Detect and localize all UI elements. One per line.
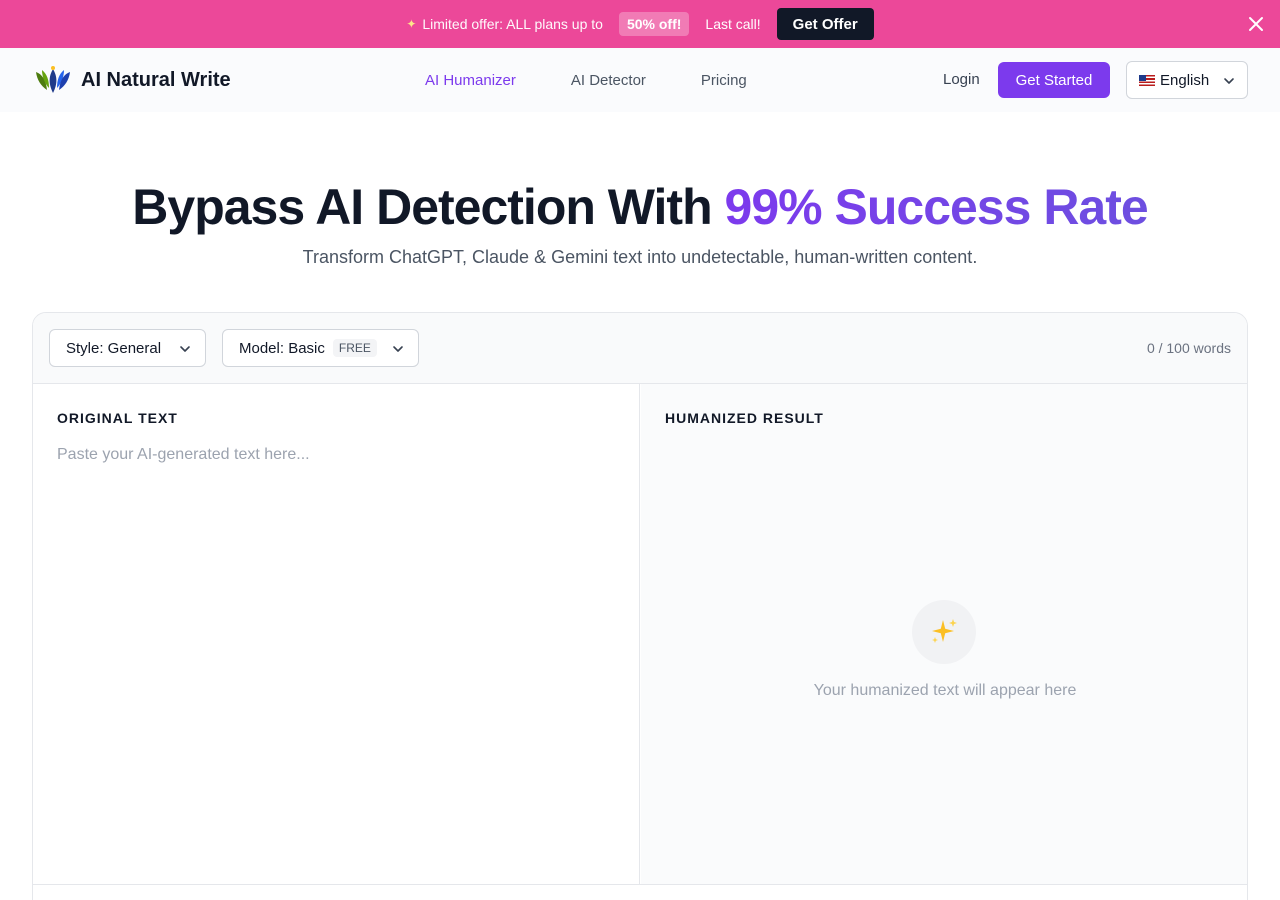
free-badge: FREE	[332, 339, 377, 357]
style-dropdown[interactable]: Style: General	[49, 329, 206, 367]
humanized-result-label: HUMANIZED RESULT	[665, 410, 824, 426]
logo-icon	[36, 66, 70, 93]
card-footer-divider	[33, 884, 1247, 885]
humanized-result-pane: HUMANIZED RESULT Your humanized text wil…	[641, 384, 1247, 884]
page-subtitle: Transform ChatGPT, Claude & Gemini text …	[302, 247, 978, 267]
style-dropdown-label: Style: General	[66, 339, 162, 357]
sparkles-icon	[912, 600, 976, 664]
chevron-down-icon	[393, 346, 403, 352]
model-dropdown-label: Model: Basic	[239, 339, 325, 357]
title-accent: 99% Success Rate	[724, 179, 1149, 235]
login-link[interactable]: Login	[943, 71, 980, 88]
nav-item-ai-detector[interactable]: AI Detector	[571, 72, 646, 89]
promo-last-call: Last call!	[705, 16, 761, 32]
us-flag-icon	[1139, 74, 1155, 86]
site-header: AI Natural Write AI Humanizer AI Detecto…	[0, 48, 1280, 112]
nav-item-pricing[interactable]: Pricing	[701, 72, 747, 89]
original-text-pane: ORIGINAL TEXT	[33, 384, 640, 884]
sparkles-glyph	[932, 619, 957, 643]
chevron-down-icon	[180, 346, 190, 352]
language-selector[interactable]: English	[1126, 61, 1248, 99]
page-title: Bypass AI Detection With 99% Success Rat…	[0, 178, 1280, 236]
original-text-label: ORIGINAL TEXT	[57, 410, 178, 426]
title-main: Bypass AI Detection With	[132, 179, 725, 235]
main-nav: AI Humanizer AI Detector Pricing	[425, 48, 802, 112]
brand-name: AI Natural Write	[81, 68, 231, 91]
word-count: 0 / 100 words	[1146, 340, 1231, 356]
get-started-button[interactable]: Get Started	[998, 62, 1110, 98]
editor-toolbar: Style: General Model: Basic FREE 0 / 100…	[33, 313, 1247, 384]
get-offer-button[interactable]: Get Offer	[776, 8, 874, 40]
nav-item-ai-humanizer[interactable]: AI Humanizer	[425, 72, 516, 89]
result-empty-text: Your humanized text will appear here	[813, 682, 1077, 699]
original-text-input[interactable]	[57, 446, 617, 866]
sparkle-icon: ✦	[406, 17, 417, 31]
model-dropdown[interactable]: Model: Basic FREE	[222, 329, 419, 367]
promo-discount-badge: 50% off!	[618, 12, 690, 36]
promo-text: Limited offer: ALL plans up to	[422, 16, 603, 32]
promo-banner: ✦ Limited offer: ALL plans up to 50% off…	[0, 0, 1280, 48]
chevron-down-icon	[1224, 78, 1234, 84]
humanizer-card: Style: General Model: Basic FREE 0 / 100…	[32, 312, 1248, 900]
brand[interactable]: AI Natural Write	[34, 64, 231, 96]
language-label: English	[1160, 71, 1210, 89]
close-icon[interactable]	[1246, 14, 1266, 34]
